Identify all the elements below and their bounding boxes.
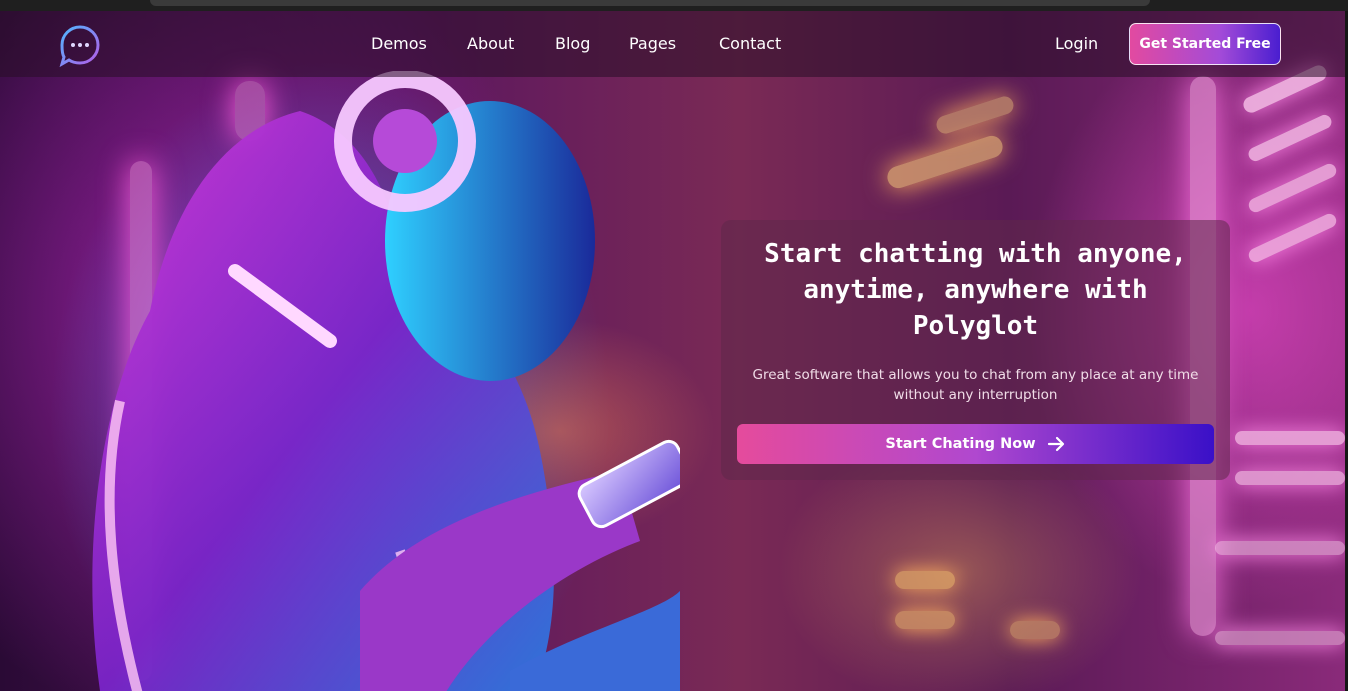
hero-title-line: anytime, anywhere with bbox=[803, 275, 1148, 305]
nav-link-pages[interactable]: Pages bbox=[629, 34, 676, 53]
browser-top-strip bbox=[0, 0, 1348, 11]
hero-subtitle: Great software that allows you to chat f… bbox=[741, 365, 1210, 405]
neon-sign bbox=[895, 611, 955, 629]
chat-bubble-icon[interactable] bbox=[58, 24, 102, 68]
browser-tab-bar bbox=[150, 0, 1150, 6]
top-navbar: Demos About Blog Pages Contact Login Get… bbox=[0, 11, 1345, 77]
neon-sign bbox=[1235, 431, 1345, 445]
neon-sign bbox=[1235, 471, 1345, 485]
nav-link-contact[interactable]: Contact bbox=[719, 34, 781, 53]
login-link[interactable]: Login bbox=[1055, 34, 1098, 53]
neon-sign bbox=[1215, 541, 1345, 555]
neon-sign bbox=[884, 132, 1006, 192]
nav-link-about[interactable]: About bbox=[467, 34, 514, 53]
start-chatting-button[interactable]: Start Chating Now bbox=[737, 424, 1214, 464]
nav-link-demos[interactable]: Demos bbox=[371, 34, 427, 53]
arrow-right-icon bbox=[1046, 434, 1066, 454]
neon-sign bbox=[1010, 621, 1060, 639]
neon-sign bbox=[1246, 161, 1339, 215]
hero-title-line: Start chatting with anyone, bbox=[764, 239, 1187, 269]
start-chatting-label: Start Chating Now bbox=[885, 436, 1036, 452]
neon-sign bbox=[1246, 112, 1334, 164]
hero-subtitle-line: Great software that allows you to chat f… bbox=[752, 367, 1199, 383]
hero-title: Start chatting with anyone, anytime, any… bbox=[721, 236, 1230, 344]
neon-sign bbox=[895, 571, 955, 589]
neon-sign bbox=[1246, 211, 1339, 265]
hero-title-line: Polyglot bbox=[912, 311, 1039, 341]
get-started-button[interactable]: Get Started Free bbox=[1129, 23, 1281, 65]
hero-card: Start chatting with anyone, anytime, any… bbox=[721, 220, 1230, 480]
hero-character-image bbox=[92, 71, 680, 691]
nav-link-blog[interactable]: Blog bbox=[555, 34, 590, 53]
neon-sign bbox=[1215, 631, 1345, 645]
neon-sign bbox=[934, 94, 1016, 136]
hero-subtitle-line: without any interruption bbox=[893, 387, 1058, 403]
